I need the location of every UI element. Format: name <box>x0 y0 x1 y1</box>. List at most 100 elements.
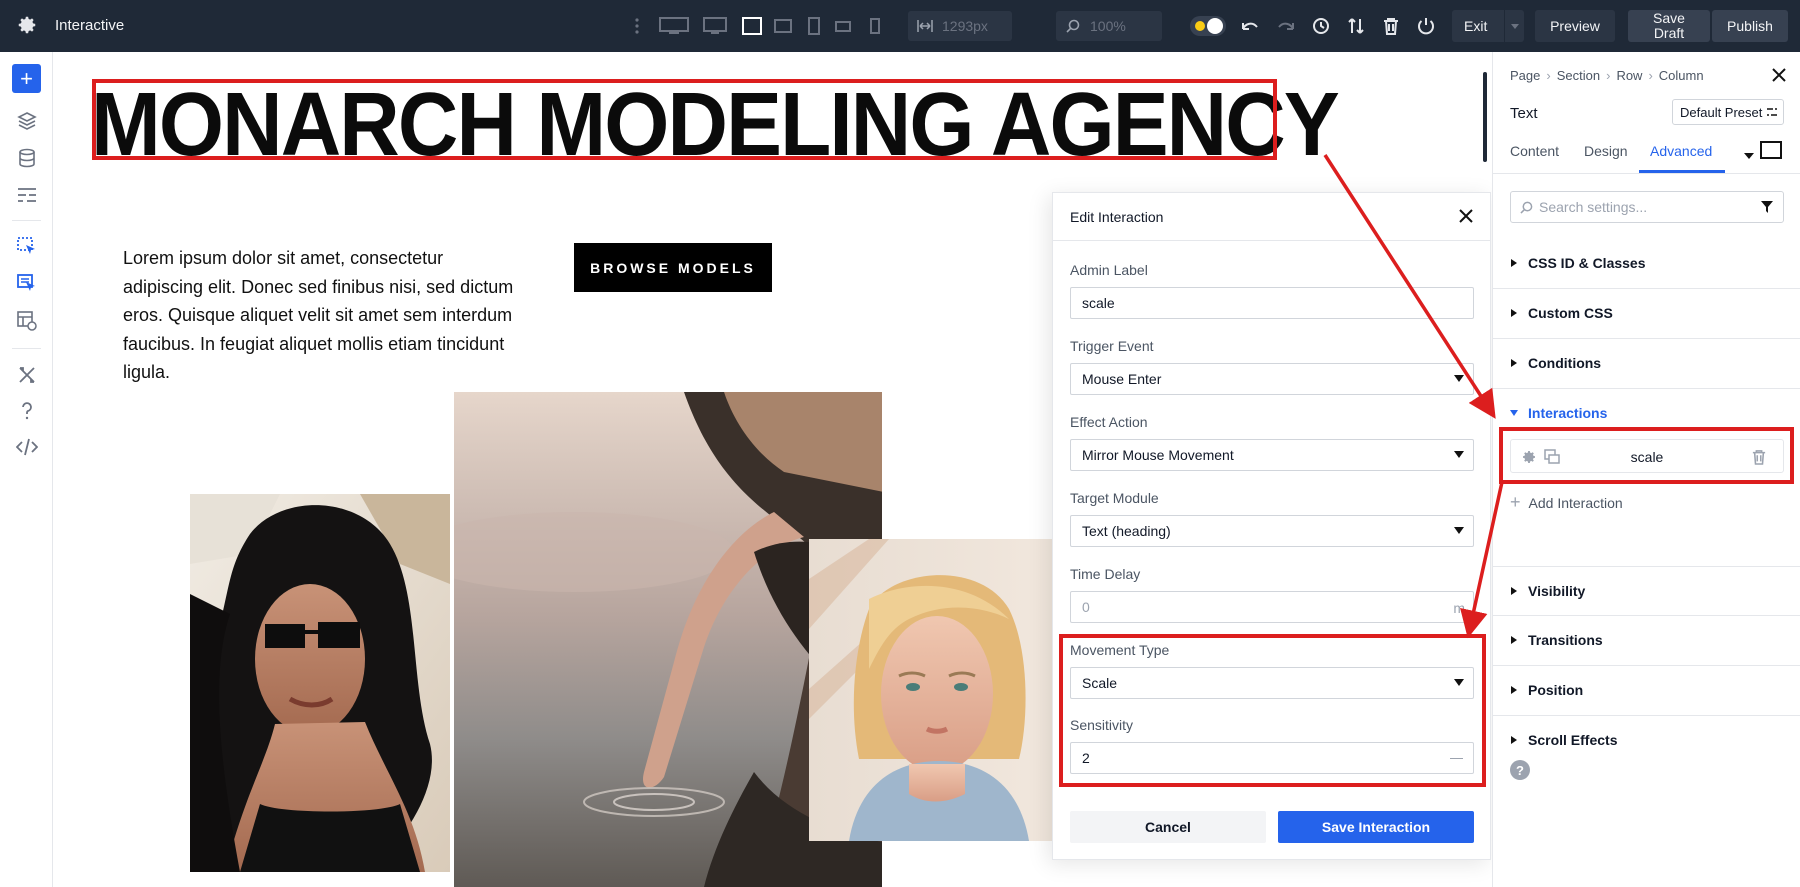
section-scroll-effects[interactable]: Scroll Effects <box>1493 716 1800 766</box>
code-icon[interactable] <box>14 434 40 460</box>
redo-icon[interactable] <box>1276 14 1296 38</box>
search-settings-input[interactable]: Search settings... <box>1510 191 1784 223</box>
laptop-view-icon[interactable] <box>741 14 763 38</box>
database-icon[interactable] <box>14 145 40 171</box>
target-module-select[interactable]: Text (heading) <box>1070 515 1474 547</box>
admin-label-input[interactable]: scale <box>1070 287 1474 319</box>
sort-icon[interactable] <box>1346 14 1366 38</box>
tablet-portrait-icon[interactable] <box>807 14 821 38</box>
theme-toggle[interactable] <box>1190 14 1226 38</box>
width-icon <box>917 20 933 32</box>
section-label: Scroll Effects <box>1528 732 1618 748</box>
time-delay-unit: m <box>1453 600 1465 616</box>
section-label: Visibility <box>1528 583 1586 599</box>
section-label: Interactions <box>1528 405 1608 421</box>
section-custom-css[interactable]: Custom CSS <box>1493 289 1800 339</box>
left-sidebar: + <box>0 52 53 887</box>
tools-icon[interactable] <box>14 362 40 388</box>
tab-design[interactable]: Design <box>1584 143 1628 159</box>
breadcrumb-section[interactable]: Section <box>1557 68 1600 83</box>
click-mode-icon[interactable] <box>14 234 40 260</box>
canvas-scroll-indicator[interactable] <box>1483 72 1487 162</box>
add-module-button[interactable]: + <box>12 64 41 93</box>
effect-action-select[interactable]: Mirror Mouse Movement <box>1070 439 1474 471</box>
top-toolbar: Interactive 1293px 100% Exit Preview Sav… <box>0 0 1800 52</box>
phone-portrait-icon[interactable] <box>869 14 881 38</box>
undo-icon[interactable] <box>1240 14 1260 38</box>
hover-mode-icon[interactable] <box>14 271 40 297</box>
time-delay-caption: Time Delay <box>1070 566 1141 582</box>
movement-highlight-box <box>1059 634 1486 787</box>
cancel-button[interactable]: Cancel <box>1070 811 1266 843</box>
layers-icon[interactable] <box>14 108 40 134</box>
caret-right-icon <box>1511 636 1517 644</box>
section-position[interactable]: Position <box>1493 666 1800 716</box>
preset-select[interactable]: Default Preset <box>1672 99 1784 125</box>
plus-icon: + <box>20 65 33 91</box>
save-interaction-label: Save Interaction <box>1321 819 1431 835</box>
interaction-highlight-box <box>1499 427 1794 484</box>
model-photo-blonde[interactable] <box>809 539 1054 841</box>
help-icon[interactable]: ? <box>1510 760 1530 780</box>
caret-right-icon <box>1511 736 1517 744</box>
tab-content[interactable]: Content <box>1510 143 1559 159</box>
history-icon[interactable] <box>1311 14 1331 38</box>
caret-right-icon <box>1511 686 1517 694</box>
add-interaction-button[interactable]: + Add Interaction <box>1510 492 1623 513</box>
module-name: Text <box>1510 105 1538 122</box>
desktop-view-icon[interactable] <box>701 14 729 38</box>
browse-models-button[interactable]: BROWSE MODELS <box>574 243 772 292</box>
preset-value: Default Preset <box>1680 104 1763 120</box>
chevron-right-icon: › <box>1648 68 1653 83</box>
help-question-icon[interactable] <box>14 398 40 424</box>
save-draft-button[interactable]: Save Draft <box>1628 10 1710 42</box>
trigger-event-select[interactable]: Mouse Enter <box>1070 363 1474 395</box>
canvas-width-field[interactable]: 1293px <box>908 11 1012 41</box>
filter-icon[interactable] <box>1760 200 1774 214</box>
page-settings-icon[interactable] <box>14 182 40 208</box>
desktop-wide-view-icon[interactable] <box>658 14 690 38</box>
chevron-down-icon[interactable] <box>1504 10 1524 42</box>
section-css-id-classes[interactable]: CSS ID & Classes <box>1493 239 1800 289</box>
app-title: Interactive <box>55 17 125 34</box>
save-interaction-button[interactable]: Save Interaction <box>1278 811 1474 843</box>
settings-panel: Page › Section › Row › Column Text Defau… <box>1492 52 1800 887</box>
view-mode-icon[interactable] <box>1760 141 1782 164</box>
section-transitions[interactable]: Transitions <box>1493 616 1800 666</box>
phone-landscape-icon[interactable] <box>835 14 851 38</box>
caret-down-icon[interactable] <box>1744 146 1754 164</box>
preview-button[interactable]: Preview <box>1535 10 1615 42</box>
close-icon[interactable] <box>1770 66 1788 84</box>
breadcrumb-column[interactable]: Column <box>1659 68 1704 83</box>
save-draft-label: Save Draft <box>1653 10 1685 41</box>
tablet-landscape-icon[interactable] <box>774 14 792 38</box>
exit-button[interactable]: Exit <box>1452 10 1524 42</box>
breadcrumb: Page › Section › Row › Column <box>1510 68 1704 83</box>
close-icon[interactable] <box>1456 206 1476 226</box>
more-vertical-icon[interactable] <box>631 14 643 38</box>
search-icon <box>1520 201 1533 214</box>
zoom-field[interactable]: 100% <box>1056 11 1162 41</box>
section-label: Custom CSS <box>1528 305 1613 321</box>
publish-button[interactable]: Publish <box>1712 10 1788 42</box>
breadcrumb-page[interactable]: Page <box>1510 68 1540 83</box>
gear-icon[interactable] <box>16 14 38 36</box>
search-icon <box>1066 19 1080 33</box>
time-delay-placeholder: 0 <box>1082 599 1090 615</box>
trash-icon[interactable] <box>1381 14 1401 38</box>
section-conditions[interactable]: Conditions <box>1493 339 1800 389</box>
intro-text[interactable]: Lorem ipsum dolor sit amet, consectetur … <box>123 244 523 387</box>
time-delay-input[interactable]: 0 m <box>1070 591 1474 623</box>
section-visibility[interactable]: Visibility <box>1493 566 1800 616</box>
breadcrumb-row[interactable]: Row <box>1616 68 1642 83</box>
tab-divider <box>1493 173 1800 174</box>
publish-label: Publish <box>1727 18 1773 34</box>
search-settings-placeholder: Search settings... <box>1539 199 1648 215</box>
model-photo-sunglasses[interactable] <box>190 494 450 872</box>
power-icon[interactable] <box>1416 14 1436 38</box>
caret-down-icon <box>1454 527 1464 534</box>
layout-view-icon[interactable] <box>14 308 40 334</box>
caret-right-icon <box>1511 587 1517 595</box>
tab-advanced[interactable]: Advanced <box>1650 143 1712 159</box>
plus-icon: + <box>1510 492 1521 512</box>
